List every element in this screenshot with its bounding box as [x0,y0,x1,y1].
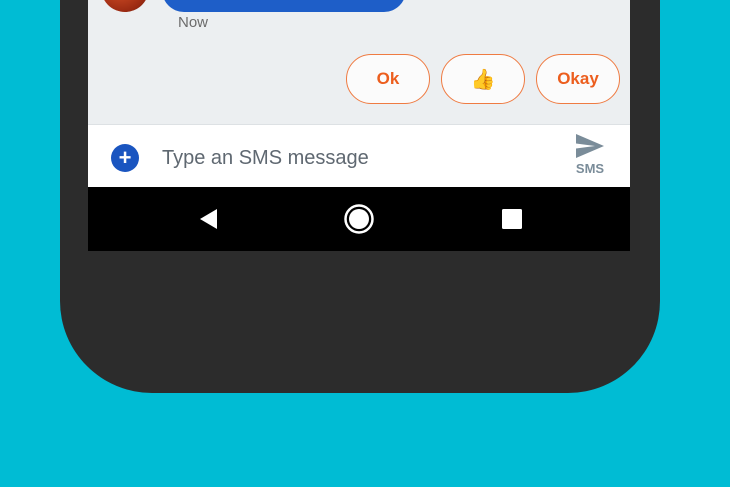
back-triangle-icon [200,209,217,229]
message-bubble[interactable] [162,0,406,12]
message-timestamp: Now [178,14,209,31]
nav-home-button[interactable] [343,203,375,235]
add-attachment-button[interactable]: + [111,144,139,172]
plus-icon: + [118,145,132,170]
smart-reply-ok[interactable]: Ok [346,54,430,104]
smart-reply-thumbs-up[interactable]: 👍 [441,54,525,104]
nav-recents-button[interactable] [496,203,528,235]
sms-message-input[interactable] [162,145,552,171]
message-composer: + SMS [88,124,630,187]
android-nav-bar [88,187,630,251]
send-icon [576,134,604,158]
smart-reply-chips: Ok 👍 Okay [346,54,620,104]
home-circle-icon [344,204,374,234]
send-sms-button[interactable]: SMS [570,133,610,181]
smart-reply-okay[interactable]: Okay [536,54,620,104]
recents-square-icon [502,209,522,229]
nav-back-button[interactable] [192,203,224,235]
avatar[interactable] [101,0,149,12]
send-label: SMS [575,161,605,176]
messages-screen: Now Ok 👍 Okay + SMS [88,0,630,251]
